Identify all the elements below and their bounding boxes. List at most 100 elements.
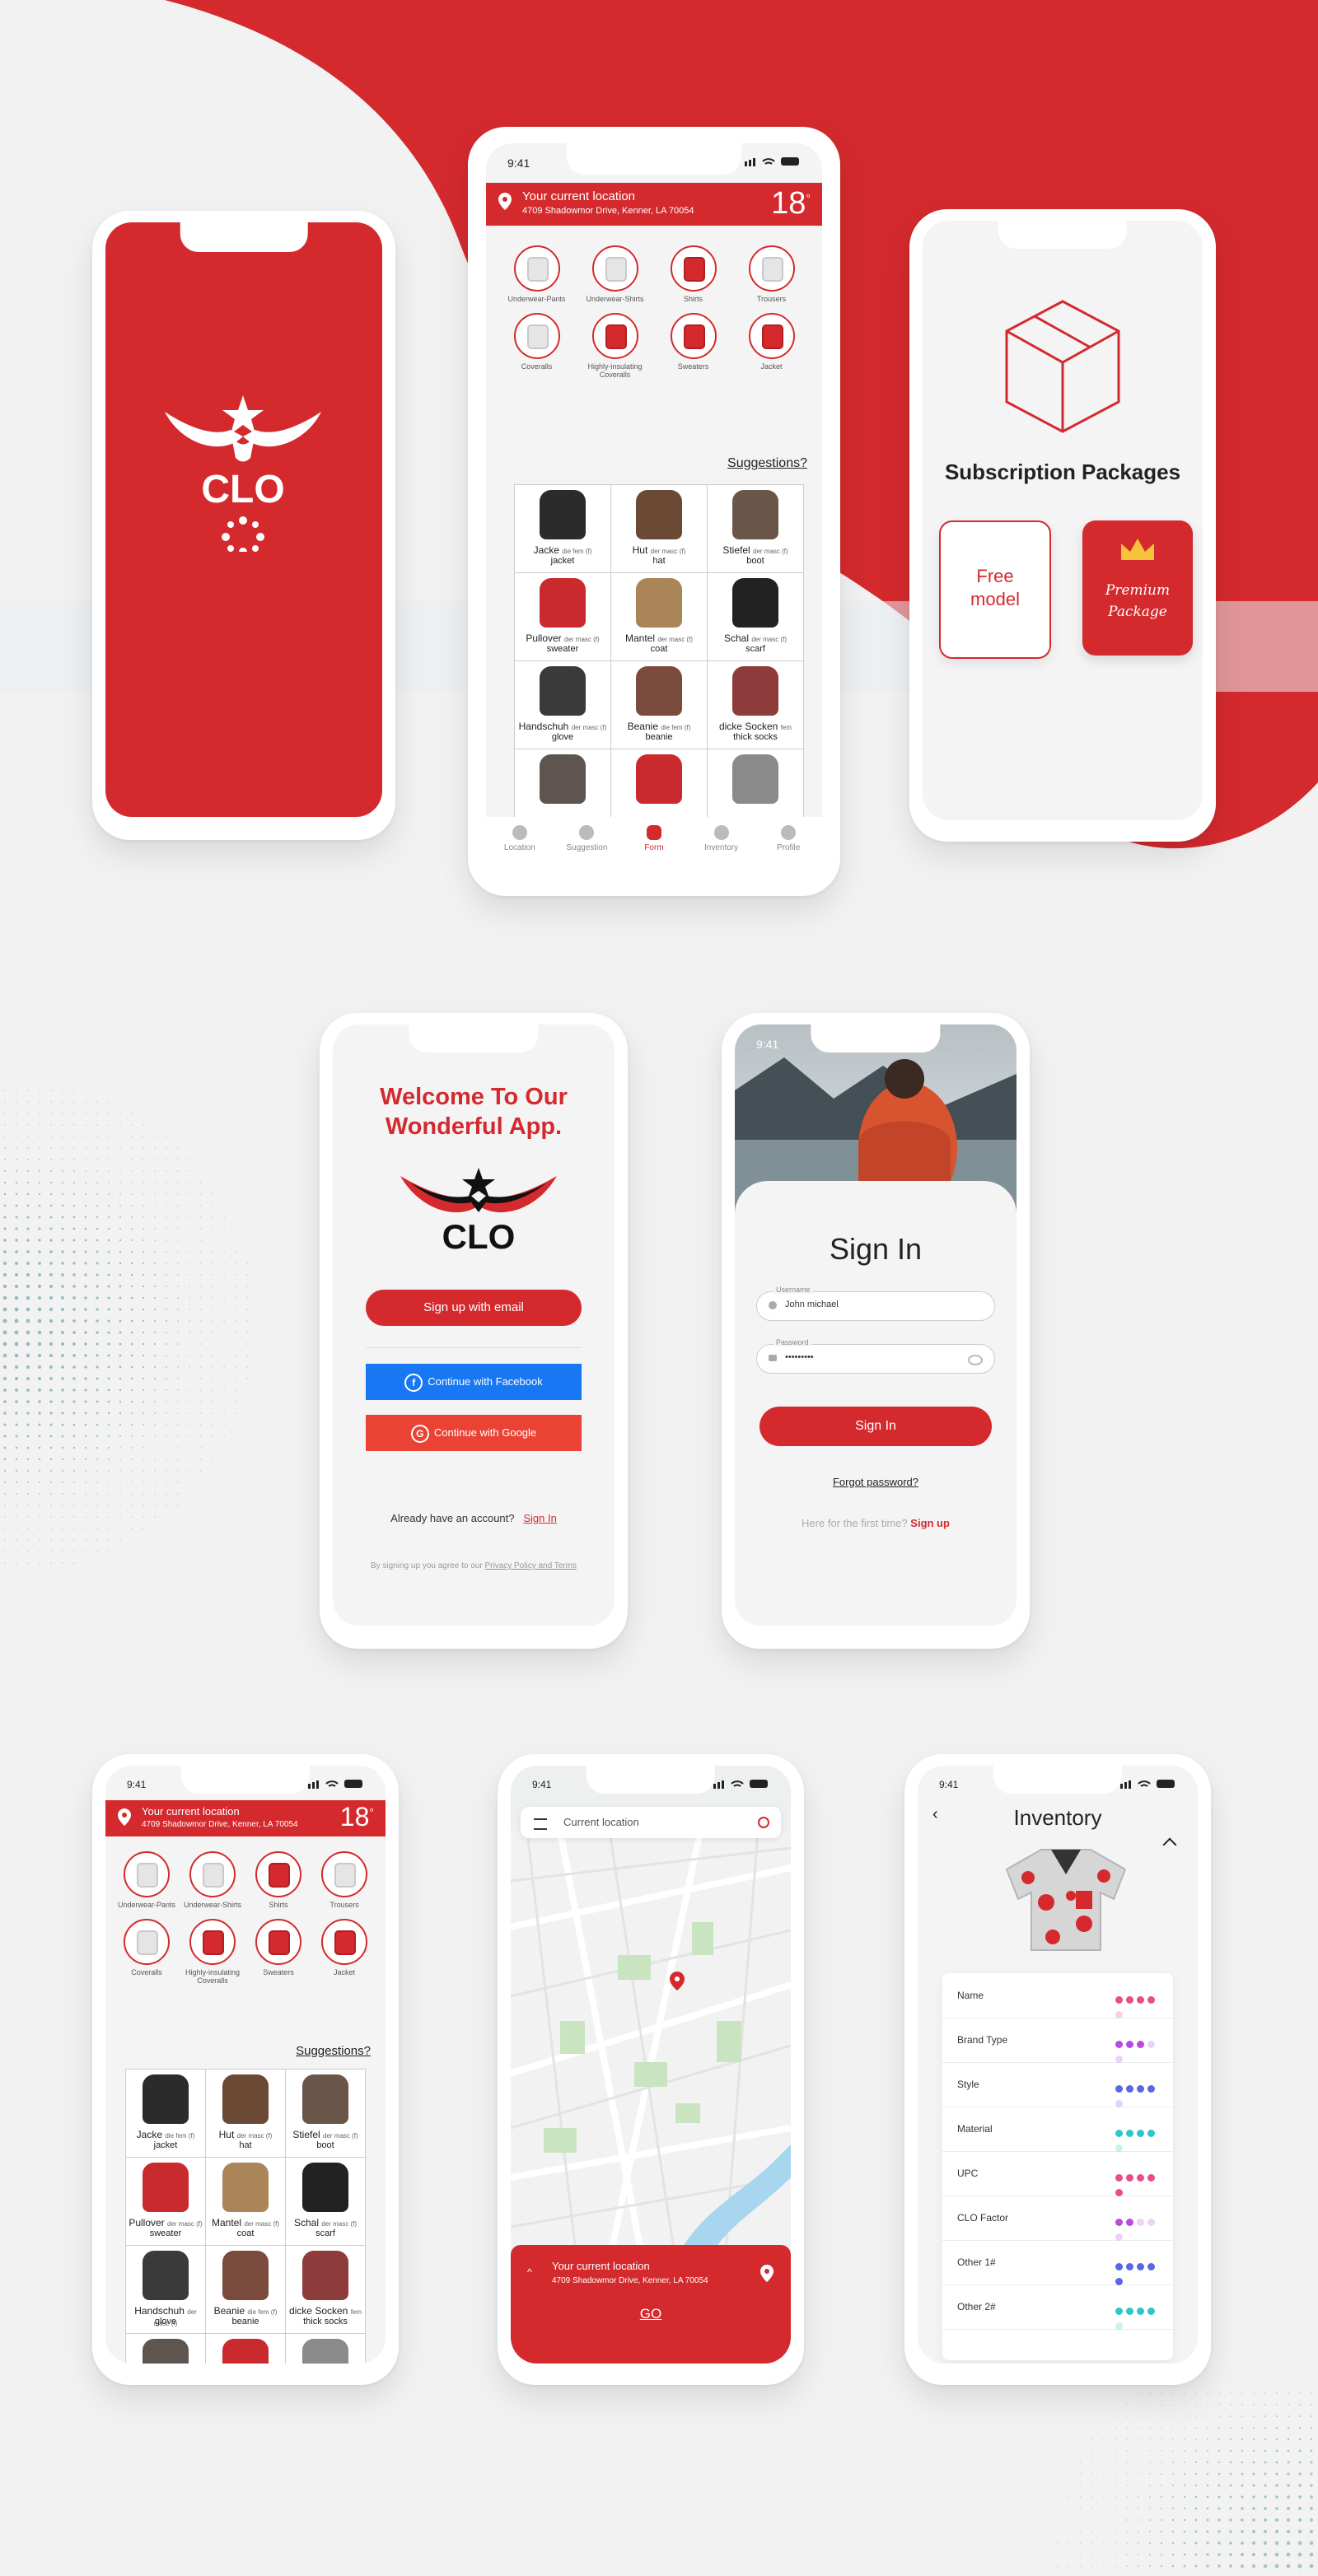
suggestion-item[interactable]: Beanie die fem (f) beanie <box>611 661 708 749</box>
suggestion-item[interactable]: Beanie die fem (f) beanie <box>206 2246 286 2334</box>
suggestion-item[interactable]: Pullover der masc (f) sweater <box>126 2158 206 2246</box>
facebook-button[interactable]: f Continue with Facebook <box>366 1364 582 1400</box>
category-item[interactable]: Coveralls <box>114 1919 180 1985</box>
category-item[interactable]: Sweaters <box>654 313 732 379</box>
category-label: Shirts <box>269 1901 288 1909</box>
category-item[interactable]: Shirts <box>654 245 732 303</box>
category-item[interactable]: Sweaters <box>245 1919 311 1985</box>
tab-inventory[interactable]: Inventory <box>688 817 755 863</box>
category-item[interactable]: Trousers <box>311 1851 377 1909</box>
category-item[interactable]: Underwear-Pants <box>114 1851 180 1909</box>
suggestion-item[interactable]: Jacke die fem (f) jacket <box>515 485 611 573</box>
phone-signin: 9:41 Sign In Username John michael Passw… <box>722 1013 1030 1649</box>
suggestion-item[interactable]: Stiefel der masc (f) boot <box>708 485 804 573</box>
first-time-row: Here for the first time? Sign up <box>802 1517 950 1529</box>
eye-icon[interactable] <box>968 1355 983 1365</box>
username-field[interactable]: Username John michael <box>756 1286 995 1321</box>
rating-dots <box>1115 2126 1160 2152</box>
suggestion-item[interactable]: Schal der masc (f) scarf <box>708 573 804 661</box>
inventory-row: UPC <box>942 2151 1173 2196</box>
clothing-image <box>732 666 778 716</box>
suggestion-item[interactable]: Handschuh der masc (f) glove <box>126 2246 206 2334</box>
item-german: Hut der masc (f) <box>632 544 686 556</box>
suggestion-item[interactable]: dicke Socken fem thick socks <box>708 661 804 749</box>
item-german: Beanie die fem (f) <box>213 2305 278 2317</box>
premium-package-card[interactable]: Premium Package <box>1082 520 1193 656</box>
clothing-image <box>540 490 586 539</box>
suggestion-item[interactable]: Mantel der masc (f) coat <box>611 573 708 661</box>
map-view[interactable] <box>511 1832 791 2260</box>
terms-link[interactable]: Privacy Policy and Terms <box>484 1561 577 1570</box>
suggestions-link[interactable]: Suggestions? <box>727 456 807 471</box>
collapse-chevron-icon[interactable] <box>1162 1837 1177 1852</box>
clothing-image <box>302 2339 348 2364</box>
phone-main-2: 9:41 Your current location 4709 Shadowmo… <box>92 1754 399 2385</box>
status-time: 9:41 <box>127 1779 147 1790</box>
suggestion-item[interactable] <box>126 2334 206 2364</box>
sign-in-button[interactable]: Sign In <box>759 1407 992 1446</box>
category-item[interactable]: Jacket <box>732 313 811 379</box>
password-field[interactable]: Password ••••••••• <box>756 1338 995 1374</box>
category-label: Underwear-Shirts <box>586 295 644 303</box>
category-item[interactable]: Underwear-Pants <box>498 245 576 303</box>
tab-form[interactable]: Form <box>620 817 688 863</box>
tab-suggestion[interactable]: Suggestion <box>554 817 621 863</box>
user-icon <box>769 1301 777 1309</box>
category-item[interactable]: Highly-insulating Coveralls <box>180 1919 245 1985</box>
tab-bar: Location Suggestion Form Inventory Profile <box>486 817 822 863</box>
suggestion-grid: Jacke die fem (f) jacket Hut der masc (f) h… <box>514 484 804 838</box>
category-item[interactable]: Highly-insulating Coveralls <box>576 313 654 379</box>
clothing-image <box>540 754 586 804</box>
category-label: Sweaters <box>677 362 709 371</box>
google-button[interactable]: G Continue with Google <box>366 1415 582 1451</box>
location-pin-icon <box>498 193 512 210</box>
item-english: glove <box>154 2317 177 2326</box>
map-search-bar[interactable]: Current location <box>521 1807 781 1838</box>
chevron-up-icon[interactable]: ^ <box>527 2266 532 2278</box>
clothing-icon <box>124 1851 170 1897</box>
menu-icon[interactable] <box>534 1818 547 1830</box>
sign-up-email-button[interactable]: Sign up with email <box>366 1290 582 1326</box>
sign-in-link[interactable]: Sign In <box>523 1512 556 1524</box>
item-english: beanie <box>645 732 673 742</box>
free-model-card[interactable]: Free model <box>939 520 1051 659</box>
clothing-image <box>636 666 682 716</box>
suggestion-item[interactable]: Handschuh der masc (f) glove <box>515 661 611 749</box>
category-item[interactable]: Coveralls <box>498 313 576 379</box>
category-item[interactable]: Jacket <box>311 1919 377 1985</box>
item-german: dicke Socken fem <box>718 721 792 732</box>
tab-profile[interactable]: Profile <box>755 817 822 863</box>
suggestion-item[interactable]: Hut der masc (f) hat <box>206 2070 286 2158</box>
suggestion-item[interactable]: Schal der masc (f) scarf <box>286 2158 366 2246</box>
clothing-icon <box>748 313 795 359</box>
search-input[interactable]: Current location <box>563 1816 639 1828</box>
suggestion-item[interactable]: Mantel der masc (f) coat <box>206 2158 286 2246</box>
suggestions-link[interactable]: Suggestions? <box>296 2044 371 2058</box>
suggestion-item[interactable]: Stiefel der masc (f) boot <box>286 2070 366 2158</box>
item-english: boot <box>316 2140 334 2150</box>
inventory-title: Inventory <box>1013 1805 1102 1830</box>
clothing-image <box>143 2251 189 2300</box>
suggestion-item[interactable]: Pullover der masc (f) sweater <box>515 573 611 661</box>
category-item[interactable]: Underwear-Shirts <box>576 245 654 303</box>
rating-dots <box>1115 1993 1160 2018</box>
suggestion-item[interactable]: Hut der masc (f) hat <box>611 485 708 573</box>
category-item[interactable]: Shirts <box>245 1851 311 1909</box>
location-bar[interactable]: Your current location 4709 Shadowmor Dri… <box>486 183 822 226</box>
category-item[interactable]: Trousers <box>732 245 811 303</box>
tab-location[interactable]: Location <box>486 817 554 863</box>
go-button[interactable]: GO <box>511 2306 791 2322</box>
forgot-password-link[interactable]: Forgot password? <box>735 1476 1017 1488</box>
suggestion-item[interactable]: Jacke die fem (f) jacket <box>126 2070 206 2158</box>
facebook-icon: f <box>404 1373 423 1392</box>
category-item[interactable]: Underwear-Shirts <box>180 1851 245 1909</box>
item-german: Stiefel der masc (f) <box>722 544 788 556</box>
suggestion-item[interactable] <box>286 2334 366 2364</box>
location-bar[interactable]: Your current location 4709 Shadowmor Dri… <box>105 1800 386 1836</box>
clothing-icon <box>321 1851 367 1897</box>
rating-dots <box>1115 2304 1160 2330</box>
suggestion-item[interactable]: dicke Socken fem thick socks <box>286 2246 366 2334</box>
suggestion-item[interactable] <box>206 2334 286 2364</box>
sign-up-link[interactable]: Sign up <box>910 1517 950 1529</box>
target-location-icon[interactable] <box>758 1817 769 1828</box>
